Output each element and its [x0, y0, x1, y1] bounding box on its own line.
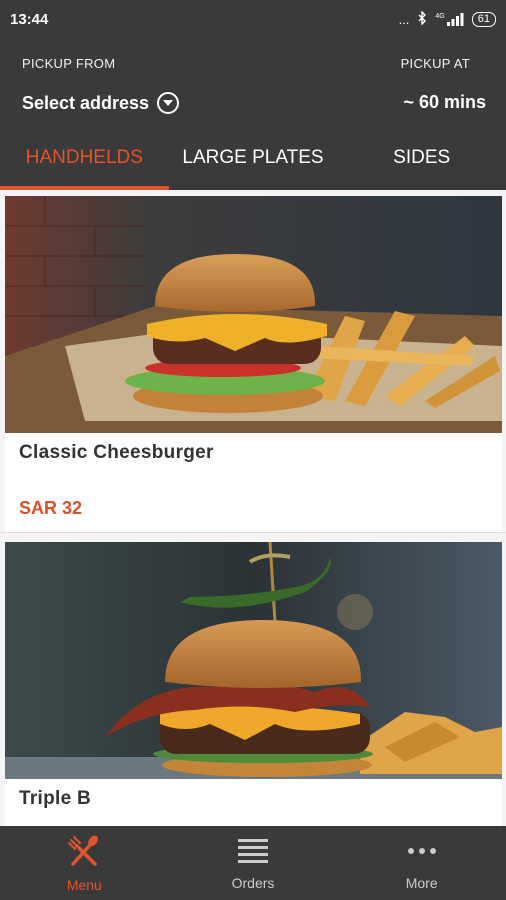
battery-icon: 61 [471, 11, 496, 27]
tab-large-plates[interactable]: LARGE PLATES [169, 138, 338, 190]
menu-list[interactable]: Classic Cheesburger SAR 32 Triple B [0, 190, 506, 826]
tab-handhelds[interactable]: HANDHELDS [0, 138, 169, 190]
bottom-navigation: Menu Orders More [0, 826, 506, 900]
triple-b-image [5, 542, 502, 779]
status-bar: 13:44 ... 4G 61 [0, 0, 506, 38]
nav-menu[interactable]: Menu [0, 826, 169, 900]
select-address-button[interactable]: Select address [22, 92, 180, 114]
pickup-from-label: PICKUP FROM [22, 56, 116, 71]
nav-more-label: More [405, 874, 438, 891]
divider [0, 532, 506, 533]
bluetooth-icon [417, 9, 427, 28]
menu-item-name: Classic Cheesburger [19, 442, 214, 463]
pickup-header: PICKUP FROM Select address PICKUP AT ~ 6… [0, 38, 506, 190]
fork-spoon-icon [67, 834, 101, 873]
network-badge: 4G [435, 12, 445, 20]
nav-orders-label: Orders [231, 874, 275, 891]
status-time: 13:44 [10, 10, 49, 28]
dots-icon [405, 836, 439, 871]
chevron-down-icon [157, 92, 180, 114]
tab-sides[interactable]: SIDES [337, 138, 506, 190]
address-value: Select address [22, 92, 150, 113]
nav-menu-label: Menu [66, 876, 102, 893]
cell-signal-icon: 4G [435, 12, 464, 26]
menu-item-card[interactable]: Triple B [5, 542, 502, 826]
menu-item-name: Triple B [19, 788, 92, 809]
cheeseburger-image [5, 196, 502, 433]
pickup-at-label: PICKUP AT [400, 56, 470, 71]
menu-item-card[interactable]: Classic Cheesburger SAR 32 [5, 196, 502, 532]
menu-item-price: SAR 32 [19, 498, 83, 518]
status-icons: ... 4G 61 [398, 9, 496, 28]
nav-orders[interactable]: Orders [169, 826, 338, 900]
list-icon [236, 836, 270, 871]
status-signal-dots: ... [398, 11, 410, 27]
nav-more[interactable]: More [337, 826, 506, 900]
pickup-time: ~ 60 mins [403, 92, 486, 112]
category-tabs: HANDHELDS LARGE PLATES SIDES [0, 138, 506, 190]
